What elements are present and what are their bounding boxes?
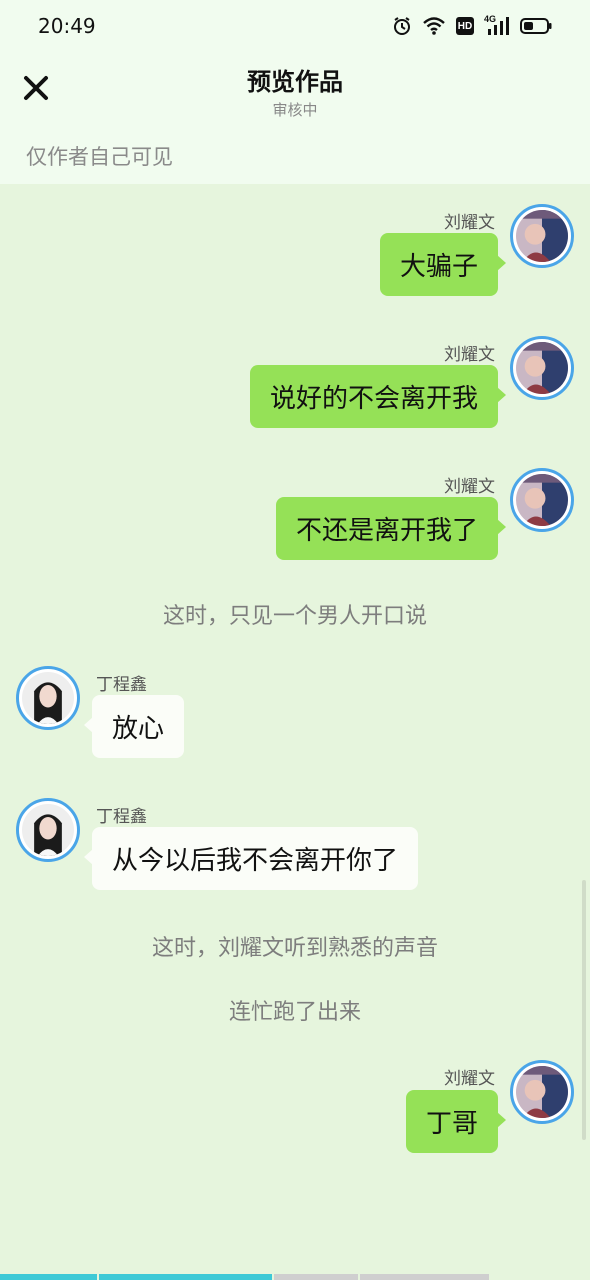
avatar[interactable] [16, 666, 80, 730]
review-status: 审核中 [272, 101, 318, 119]
progress-segment [490, 1274, 588, 1280]
signal-4g-icon: 4G [484, 14, 510, 36]
chat-area[interactable]: 刘耀文 大骗子 刘耀文 说好的不会离开我 刘耀文 不还是离开我了 这时，只见一个… [0, 184, 590, 1274]
message-bubble[interactable]: 不还是离开我了 [275, 497, 507, 560]
scrollbar[interactable] [582, 880, 586, 1140]
avatar[interactable] [510, 336, 574, 400]
page-title: 预览作品 [247, 68, 343, 96]
narration-text: 连忙跑了出来 [228, 1000, 361, 1025]
avatar[interactable] [510, 1060, 574, 1124]
wifi-icon [422, 16, 446, 36]
sender-name: 丁程鑫 [96, 807, 147, 827]
progress-segment [359, 1274, 489, 1280]
narration-text: 这时，刘耀文听到熟悉的声音 [151, 936, 438, 961]
message-bubble[interactable]: 从今以后我不会离开你了 [83, 827, 419, 890]
progress-segment [99, 1274, 273, 1280]
message-bubble[interactable]: 大骗子 [379, 233, 507, 296]
sender-name: 刘耀文 [444, 1069, 495, 1089]
avatar[interactable] [510, 204, 574, 268]
avatar[interactable] [16, 798, 80, 862]
sender-name: 丁程鑫 [96, 675, 147, 695]
status-bar: 20:49 HD 4G [0, 0, 590, 52]
progress-bar [0, 1274, 590, 1280]
alarm-icon [392, 16, 412, 36]
avatar[interactable] [510, 468, 574, 532]
message-bubble[interactable]: 丁哥 [405, 1090, 507, 1153]
sender-name: 刘耀文 [444, 213, 495, 233]
message-bubble[interactable]: 说好的不会离开我 [249, 365, 507, 428]
hd-icon: HD [456, 17, 474, 35]
narration-text: 这时，只见一个男人开口说 [162, 604, 427, 629]
status-icons: HD 4G [392, 14, 552, 38]
status-time: 20:49 [38, 14, 96, 38]
sender-name: 刘耀文 [444, 345, 495, 365]
progress-segment [0, 1274, 98, 1280]
message-bubble[interactable]: 放心 [83, 695, 185, 758]
battery-icon [520, 17, 552, 35]
visibility-note: 仅作者自己可见 [26, 145, 173, 169]
progress-segment [274, 1274, 358, 1280]
sender-name: 刘耀文 [444, 477, 495, 497]
